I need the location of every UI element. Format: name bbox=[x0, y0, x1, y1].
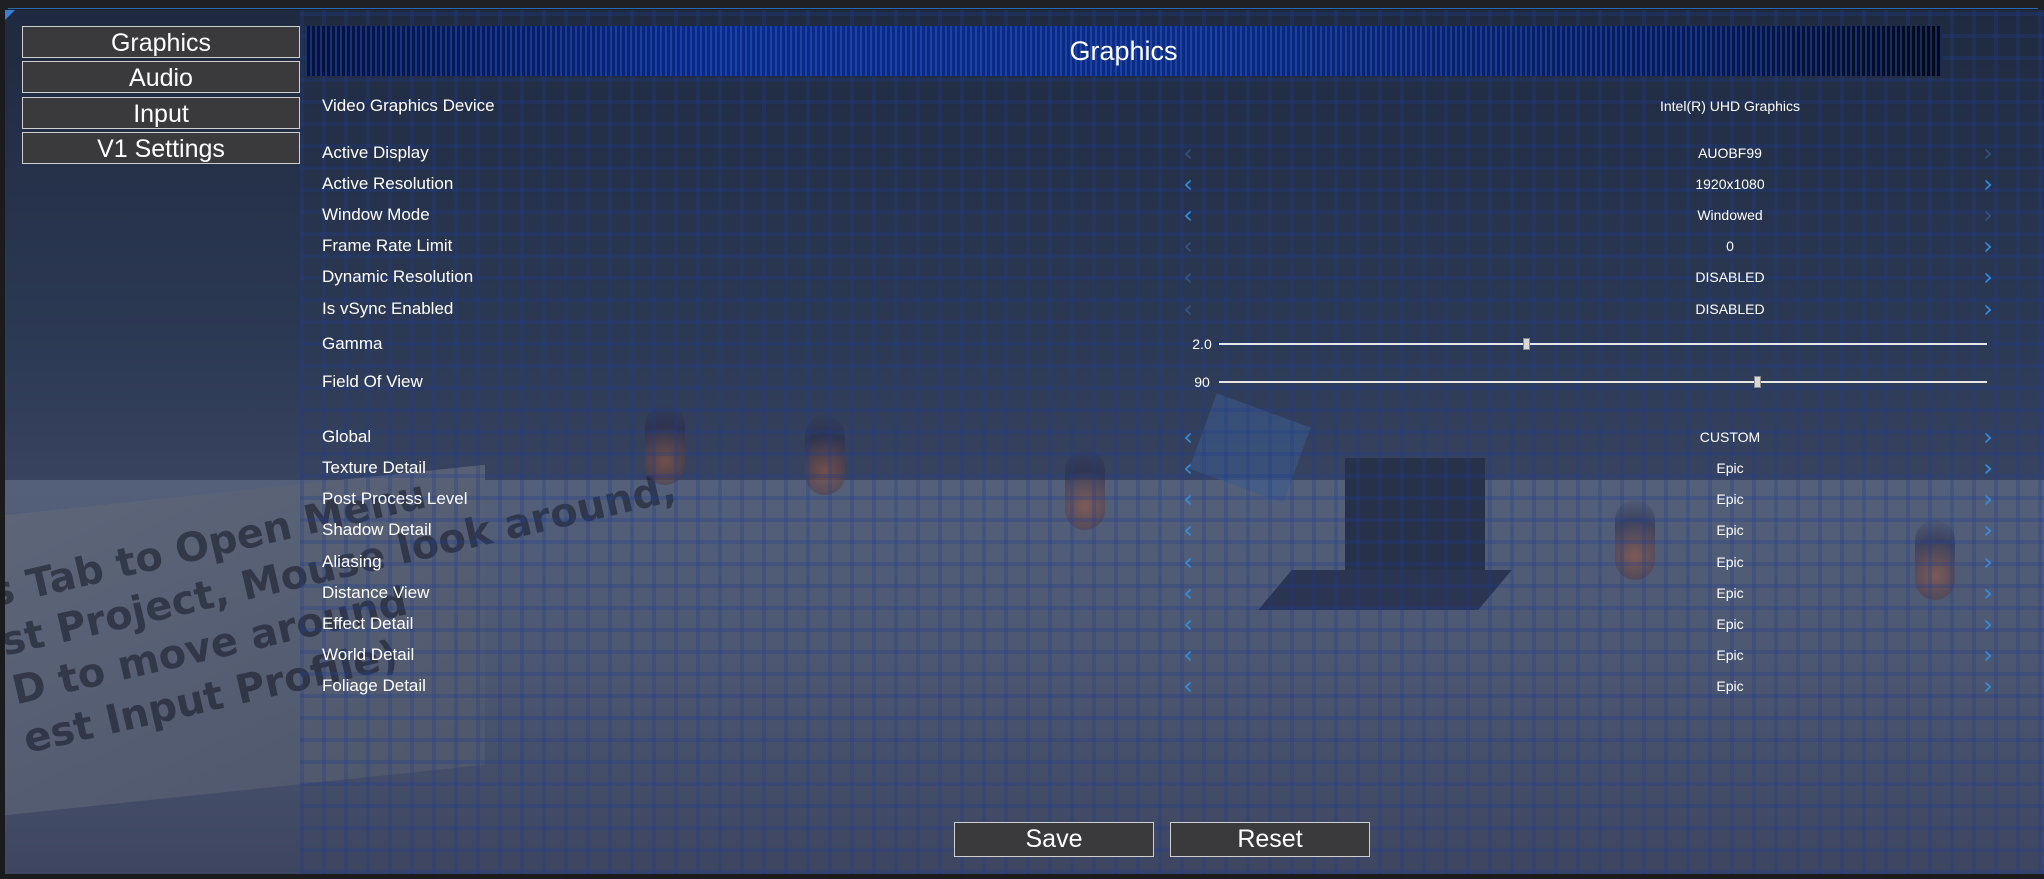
chevron-right-icon[interactable]: › bbox=[1976, 139, 2000, 167]
setting-value: DISABLED bbox=[1695, 269, 1765, 285]
setting-value: Epic bbox=[1716, 460, 1744, 476]
setting-value: 1920x1080 bbox=[1695, 176, 1765, 192]
chevron-left-icon[interactable]: ‹ bbox=[1176, 672, 1200, 700]
device-label: Video Graphics Device bbox=[322, 96, 495, 115]
setting-row: Active Display ‹ AUOBF99 › bbox=[322, 139, 1993, 167]
chevron-right-icon[interactable]: › bbox=[1976, 641, 2000, 669]
setting-row: Effect Detail ‹ Epic › bbox=[322, 610, 1993, 638]
setting-row: Post Process Level ‹ Epic › bbox=[322, 485, 1993, 513]
setting-label: Effect Detail bbox=[322, 614, 414, 633]
chevron-left-icon[interactable]: ‹ bbox=[1176, 610, 1200, 638]
chevron-right-icon[interactable]: › bbox=[1976, 610, 2000, 638]
slider-thumb[interactable] bbox=[1523, 338, 1531, 350]
setting-label: Window Mode bbox=[322, 205, 430, 224]
chevron-left-icon[interactable]: ‹ bbox=[1176, 139, 1200, 167]
setting-label: Dynamic Resolution bbox=[322, 267, 474, 286]
setting-value: Epic bbox=[1716, 522, 1744, 538]
setting-label: Texture Detail bbox=[322, 458, 426, 477]
device-value: Intel(R) UHD Graphics bbox=[1659, 98, 1801, 114]
chevron-right-icon[interactable]: › bbox=[1976, 485, 2000, 513]
chevron-left-icon[interactable]: ‹ bbox=[1176, 641, 1200, 669]
reset-button[interactable]: Reset bbox=[1170, 822, 1370, 857]
slider-thumb[interactable] bbox=[1753, 376, 1761, 388]
setting-row: Distance View ‹ Epic › bbox=[322, 579, 1993, 607]
chevron-right-icon[interactable]: › bbox=[1976, 295, 2000, 323]
setting-label: Distance View bbox=[322, 583, 430, 602]
setting-label: Global bbox=[322, 427, 372, 446]
setting-label: Aliasing bbox=[322, 552, 382, 571]
setting-label: Frame Rate Limit bbox=[322, 236, 453, 255]
setting-row: World Detail ‹ Epic › bbox=[322, 641, 1993, 669]
chevron-left-icon[interactable]: ‹ bbox=[1176, 579, 1200, 607]
window-top-bar bbox=[0, 0, 2044, 10]
setting-label: Active Resolution bbox=[322, 174, 454, 193]
setting-row: Active Resolution ‹ 1920x1080 › bbox=[322, 170, 1993, 198]
nav-button-audio[interactable]: Audio bbox=[22, 61, 300, 93]
chevron-left-icon[interactable]: ‹ bbox=[1176, 263, 1200, 291]
setting-value: Epic bbox=[1716, 554, 1744, 570]
save-button[interactable]: Save bbox=[954, 822, 1154, 857]
chevron-left-icon[interactable]: ‹ bbox=[1176, 232, 1200, 260]
setting-value: AUOBF99 bbox=[1698, 145, 1762, 161]
setting-label: Shadow Detail bbox=[322, 520, 432, 539]
nav-button-graphics[interactable]: Graphics bbox=[22, 26, 300, 58]
setting-value: Epic bbox=[1716, 616, 1744, 632]
chevron-right-icon[interactable]: › bbox=[1976, 423, 2000, 451]
slider-row: Gamma 2.0 bbox=[322, 330, 1992, 358]
setting-row: Foliage Detail ‹ Epic › bbox=[322, 672, 1993, 700]
chevron-left-icon[interactable]: ‹ bbox=[1176, 170, 1200, 198]
setting-value: Windowed bbox=[1697, 207, 1763, 223]
page-title: Graphics bbox=[1069, 36, 1178, 66]
chevron-left-icon[interactable]: ‹ bbox=[1176, 295, 1200, 323]
corner-marker-icon bbox=[5, 10, 15, 20]
chevron-left-icon[interactable]: ‹ bbox=[1176, 548, 1200, 576]
chevron-left-icon[interactable]: ‹ bbox=[1176, 201, 1200, 229]
setting-row: Window Mode ‹ Windowed › bbox=[322, 201, 1993, 229]
chevron-right-icon[interactable]: › bbox=[1976, 579, 2000, 607]
setting-value: Epic bbox=[1716, 491, 1744, 507]
setting-label: Active Display bbox=[322, 143, 429, 162]
setting-value: DISABLED bbox=[1695, 301, 1765, 317]
nav-button-v1-settings[interactable]: V1 Settings bbox=[22, 132, 300, 164]
chevron-left-icon[interactable]: ‹ bbox=[1176, 423, 1200, 451]
chevron-right-icon[interactable]: › bbox=[1976, 672, 2000, 700]
setting-row: Dynamic Resolution ‹ DISABLED › bbox=[322, 263, 1993, 291]
setting-row: Global ‹ CUSTOM › bbox=[322, 423, 1993, 451]
chevron-left-icon[interactable]: ‹ bbox=[1176, 485, 1200, 513]
setting-row: Shadow Detail ‹ Epic › bbox=[322, 516, 1993, 544]
chevron-right-icon[interactable]: › bbox=[1976, 232, 2000, 260]
setting-value: Epic bbox=[1716, 647, 1744, 663]
slider-label: Gamma bbox=[322, 334, 383, 353]
setting-row: Aliasing ‹ Epic › bbox=[322, 548, 1993, 576]
setting-value: Epic bbox=[1716, 585, 1744, 601]
setting-value: 0 bbox=[1726, 238, 1734, 254]
slider-track[interactable] bbox=[1219, 338, 1987, 350]
setting-value: CUSTOM bbox=[1699, 429, 1761, 445]
slider-label: Field Of View bbox=[322, 372, 423, 391]
nav-button-input[interactable]: Input bbox=[22, 97, 300, 129]
device-row: Video Graphics Device Intel(R) UHD Graph… bbox=[322, 92, 1992, 120]
chevron-right-icon[interactable]: › bbox=[1976, 516, 2000, 544]
setting-value: Epic bbox=[1716, 678, 1744, 694]
setting-label: Foliage Detail bbox=[322, 676, 426, 695]
chevron-right-icon[interactable]: › bbox=[1976, 454, 2000, 482]
setting-row: Texture Detail ‹ Epic › bbox=[322, 454, 1993, 482]
setting-label: Post Process Level bbox=[322, 489, 468, 508]
setting-label: Is vSync Enabled bbox=[322, 299, 454, 318]
chevron-right-icon[interactable]: › bbox=[1976, 548, 2000, 576]
chevron-right-icon[interactable]: › bbox=[1976, 263, 2000, 291]
setting-label: World Detail bbox=[322, 645, 415, 664]
chevron-right-icon[interactable]: › bbox=[1976, 201, 2000, 229]
slider-track[interactable] bbox=[1219, 376, 1987, 388]
slider-row: Field Of View 90 bbox=[322, 368, 1992, 396]
setting-row: Frame Rate Limit ‹ 0 › bbox=[322, 232, 1993, 260]
chevron-right-icon[interactable]: › bbox=[1976, 170, 2000, 198]
setting-row: Is vSync Enabled ‹ DISABLED › bbox=[322, 295, 1993, 323]
chevron-left-icon[interactable]: ‹ bbox=[1176, 454, 1200, 482]
chevron-left-icon[interactable]: ‹ bbox=[1176, 516, 1200, 544]
title-bar: Graphics bbox=[305, 26, 1942, 76]
